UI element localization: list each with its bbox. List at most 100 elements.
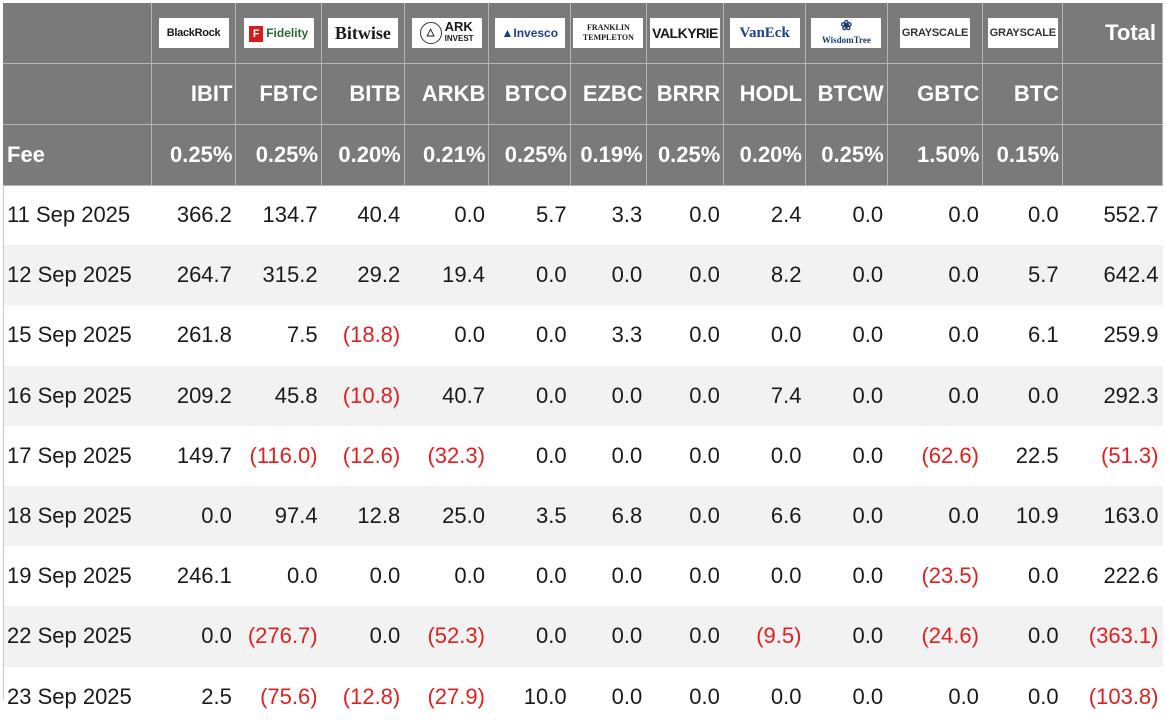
- etf-flow-table-container: BlackRock F Fidelity Bitwise △ ARK INVEST ▲…: [3, 3, 1163, 727]
- header-corner-cell: [3, 3, 152, 64]
- flow-cell-btc: 6.1: [1027, 322, 1059, 348]
- flow-cell-gbtc: 0.0: [948, 202, 979, 228]
- header-issuer-valkyrie: VALKYRIE: [646, 3, 725, 64]
- date-cell: 19 Sep 2025: [7, 563, 132, 589]
- ticker-row-label-cell: [3, 63, 152, 125]
- total-cell: 259.9: [1103, 322, 1159, 348]
- flow-cell-gbtc: 0.0: [948, 322, 979, 348]
- header-issuer-fidelity: F Fidelity: [235, 3, 323, 64]
- flow-cell-btc: 0.0: [1027, 382, 1059, 408]
- flow-cell-brrr: 0.0: [689, 563, 720, 589]
- flow-cell-ibit: 0.0: [201, 623, 232, 649]
- flow-cell-btcw: 0.0: [852, 563, 884, 589]
- flow-cell-arkb: 0.0: [454, 563, 485, 589]
- table-row: 16 Sep 2025 209.2 45.8 (10.8) 40.7 0.0 0.0 0.0 7…: [3, 365, 1163, 426]
- flow-cell-brrr: 0.0: [689, 262, 720, 288]
- flow-cell-hodl: 0.0: [770, 442, 802, 468]
- flow-cell-fbtc: (75.6): [260, 683, 318, 709]
- fidelity-logo-mark: F: [249, 25, 264, 42]
- flow-cell-arkb: 40.7: [442, 382, 485, 408]
- ticker-header: BRRR: [646, 63, 725, 125]
- flow-cell-btco: 0.0: [536, 262, 567, 288]
- franklin-logo-line2: TEMPLETON: [582, 32, 634, 42]
- table-row: 11 Sep 2025 366.2 134.7 40.4 0.0 5.7 3.3 0.0 2.4…: [3, 185, 1163, 246]
- flow-cell-ezbc: 0.0: [611, 382, 643, 408]
- flow-cell-btco: 5.7: [536, 202, 567, 228]
- wisdomtree-logo-icon: ❀ WisdomTree: [811, 17, 882, 48]
- flow-cell-fbtc: (116.0): [249, 442, 318, 468]
- flow-cell-btcw: 0.0: [852, 623, 884, 649]
- flow-cell-hodl: (9.5): [756, 623, 802, 649]
- ark-logo-line2: INVEST: [444, 33, 474, 43]
- flow-cell-ezbc: 6.8: [611, 503, 643, 529]
- flow-cell-brrr: 0.0: [689, 503, 720, 529]
- flow-cell-gbtc: (23.5): [921, 563, 979, 589]
- flow-cell-arkb: (27.9): [427, 683, 485, 709]
- grayscale-logo-icon: GRAYSCALE: [987, 17, 1058, 48]
- flow-cell-btcw: 0.0: [852, 262, 884, 288]
- flow-cell-fbtc: 0.0: [286, 563, 318, 589]
- date-cell: 15 Sep 2025: [7, 322, 132, 348]
- flow-cell-fbtc: 134.7: [262, 202, 318, 228]
- table-row: 15 Sep 2025 261.8 7.5 (18.8) 0.0 0.0 3.3 0.0 0.0…: [3, 305, 1163, 366]
- flow-cell-btcw: 0.0: [852, 202, 884, 228]
- ticker-header: GBTC: [887, 63, 984, 125]
- blackrock-logo-icon: BlackRock: [158, 17, 229, 48]
- flow-cell-ibit: 366.2: [176, 202, 232, 228]
- flow-cell-arkb: 0.0: [454, 202, 485, 228]
- flow-cell-bitb: 40.4: [357, 202, 401, 228]
- fidelity-logo-icon: F Fidelity: [243, 17, 314, 48]
- flow-cell-brrr: 0.0: [689, 202, 720, 228]
- ticker-header: HODL: [723, 63, 806, 125]
- flow-cell-bitb: (12.8): [342, 683, 401, 709]
- total-cell: 163.0: [1103, 503, 1159, 529]
- table-row: 23 Sep 2025 2.5 (75.6) (12.8) (27.9) 10.0 0.0 0…: [3, 666, 1163, 727]
- flow-cell-btco: 10.0: [523, 683, 567, 709]
- flow-cell-btc: 10.9: [1015, 503, 1059, 529]
- flow-cell-fbtc: 97.4: [274, 503, 318, 529]
- flow-cell-arkb: 19.4: [442, 262, 485, 288]
- flow-cell-btc: 0.0: [1027, 202, 1059, 228]
- total-column-header: Total: [1062, 3, 1163, 64]
- flow-cell-arkb: 25.0: [442, 503, 485, 529]
- total-cell: 552.7: [1103, 202, 1159, 228]
- flow-cell-bitb: (10.8): [342, 382, 401, 408]
- ticker-header: BTCW: [805, 63, 888, 125]
- flow-cell-bitb: 29.2: [357, 262, 401, 288]
- flow-cell-brrr: 0.0: [689, 322, 720, 348]
- date-cell: 22 Sep 2025: [7, 623, 132, 649]
- flow-cell-fbtc: 315.2: [262, 262, 318, 288]
- flow-cell-gbtc: 0.0: [948, 503, 979, 529]
- flow-cell-hodl: 0.0: [770, 563, 802, 589]
- flow-cell-ezbc: 3.3: [611, 322, 643, 348]
- ark-symbol-icon: △: [419, 21, 442, 44]
- total-cell: (51.3): [1101, 442, 1159, 468]
- flow-cell-ibit: 2.5: [201, 683, 232, 709]
- table-row: 18 Sep 2025 0.0 97.4 12.8 25.0 3.5 6.8 0.0 6.6 0.…: [3, 485, 1163, 547]
- tree-icon: ❀: [840, 18, 853, 34]
- flow-cell-gbtc: 0.0: [948, 683, 979, 709]
- invesco-logo-icon: ▲Invesco: [494, 17, 565, 48]
- flow-cell-gbtc: 0.0: [948, 262, 979, 288]
- flow-cell-hodl: 2.4: [770, 202, 802, 228]
- flow-cell-hodl: 8.2: [770, 262, 802, 288]
- fee-row: Fee 0.25% 0.25% 0.20% 0.21% 0.25% 0.19% …: [3, 124, 1163, 186]
- flow-cell-btcw: 0.0: [852, 382, 884, 408]
- header-issuer-grayscale-btc: GRAYSCALE: [982, 3, 1064, 64]
- fee-cell: 0.20%: [321, 124, 405, 186]
- franklin-templeton-logo-icon: FRANKLIN TEMPLETON: [573, 17, 644, 48]
- ticker-header: FBTC: [235, 63, 323, 125]
- total-cell: 222.6: [1103, 563, 1159, 589]
- ticker-header: BTCO: [488, 63, 572, 125]
- fee-label: Fee: [3, 124, 152, 186]
- flow-cell-hodl: 0.0: [770, 322, 802, 348]
- table-body: 11 Sep 2025 366.2 134.7 40.4 0.0 5.7 3.3 0.0 2.4…: [3, 185, 1163, 727]
- fee-cell: 0.21%: [404, 124, 490, 186]
- flow-cell-ibit: 261.8: [176, 322, 232, 348]
- bitwise-logo-icon: Bitwise: [327, 17, 398, 48]
- vaneck-logo-icon: VanEck: [729, 17, 800, 48]
- flow-cell-fbtc: 7.5: [286, 322, 318, 348]
- flow-cell-ezbc: 3.3: [611, 202, 643, 228]
- total-cell: (103.8): [1088, 683, 1159, 709]
- flow-cell-btc: 5.7: [1027, 262, 1059, 288]
